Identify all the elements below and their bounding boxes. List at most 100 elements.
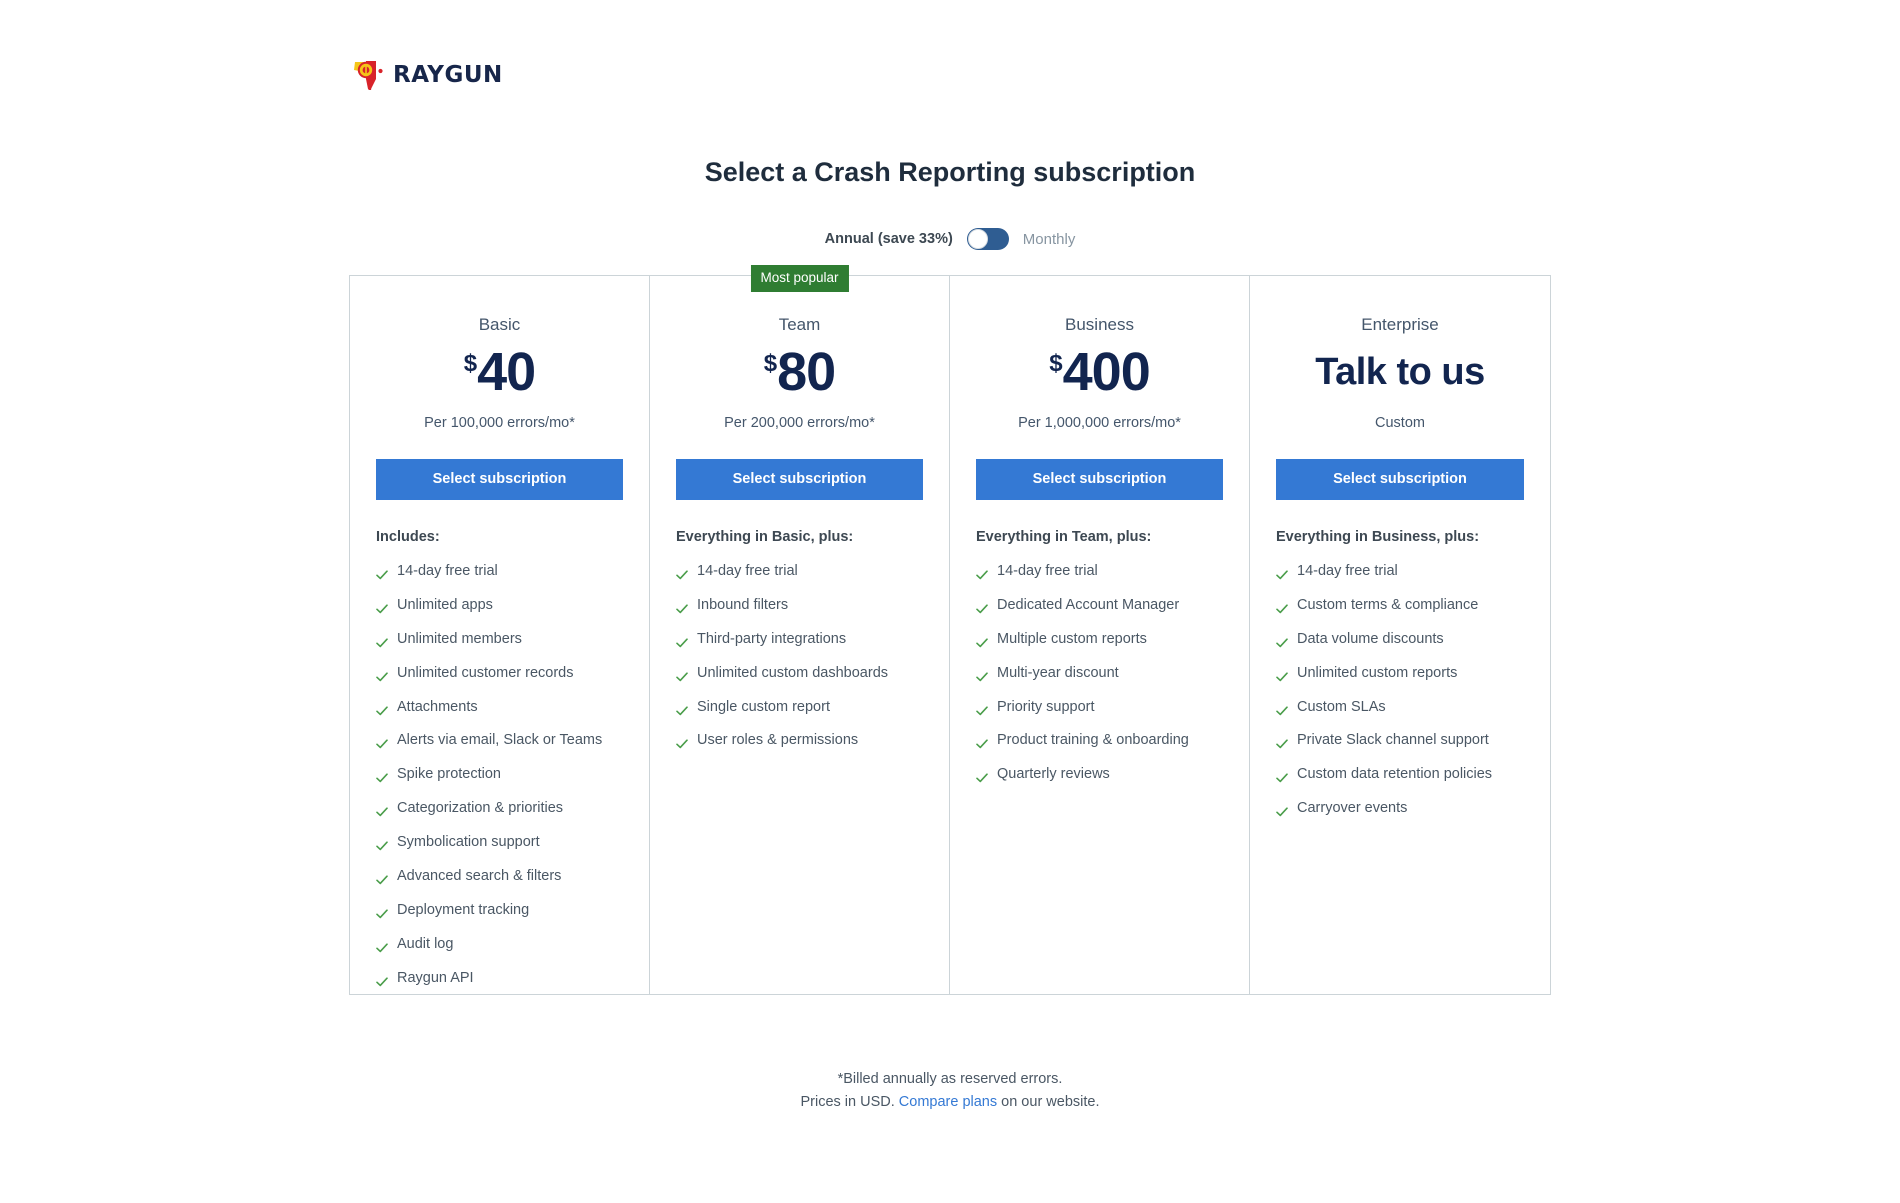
- currency-symbol: $: [763, 350, 778, 377]
- check-icon: [376, 735, 388, 749]
- compare-plans-link[interactable]: Compare plans: [899, 1094, 997, 1110]
- check-icon: [976, 735, 988, 749]
- toggle-label-monthly[interactable]: Monthly: [1023, 231, 1076, 248]
- list-item: Quarterly reviews: [976, 766, 1223, 783]
- list-item: Carryover events: [1276, 800, 1524, 817]
- select-subscription-button[interactable]: Select subscription: [376, 459, 623, 500]
- list-item: Data volume discounts: [1276, 631, 1524, 648]
- check-icon: [376, 803, 388, 817]
- check-icon: [376, 566, 388, 580]
- list-item: Product training & onboarding: [976, 732, 1223, 749]
- check-icon: [376, 634, 388, 647]
- list-item: 14-day free trial: [676, 563, 923, 580]
- feature-label: 14-day free trial: [997, 563, 1098, 579]
- check-icon: [376, 702, 388, 715]
- feature-label: Deployment tracking: [397, 901, 530, 918]
- list-item: Multiple custom reports: [976, 631, 1223, 648]
- check-icon: [376, 600, 388, 614]
- feature-label: 14-day free trial: [697, 563, 798, 579]
- feature-label: Data volume discounts: [1297, 630, 1444, 647]
- list-item: User roles & permissions: [676, 732, 923, 749]
- plan-includes-title: Everything in Team, plus:: [976, 529, 1152, 545]
- feature-label: Alerts via email, Slack or Teams: [397, 732, 603, 749]
- list-item: Unlimited customer records: [376, 665, 623, 682]
- feature-label: Spike protection: [397, 766, 501, 783]
- list-item: Multi-year discount: [976, 665, 1223, 682]
- plan-price: $ 40: [376, 343, 623, 401]
- list-item: Custom data retention policies: [1276, 766, 1524, 783]
- list-item: Raygun API: [376, 970, 623, 987]
- plan-card-team: Most popular Team $ 80 Per 200,000 error…: [650, 265, 950, 994]
- switch-knob: [967, 229, 988, 249]
- feature-label: Unlimited customer records: [397, 664, 574, 681]
- brand-logo[interactable]: RAYGUN: [352, 58, 503, 92]
- list-item: Deployment tracking: [376, 902, 623, 919]
- check-icon: [376, 871, 388, 885]
- billing-period-toggle[interactable]: Annual (save 33%) Monthly: [0, 228, 1900, 250]
- feature-label: Dedicated Account Manager: [997, 596, 1180, 613]
- feature-label: Custom data retention policies: [1297, 766, 1493, 783]
- plan-card-basic: Basic $ 40 Per 100,000 errors/mo* Select…: [350, 276, 650, 994]
- plan-price: $ 400: [976, 343, 1223, 401]
- feature-label: Multiple custom reports: [997, 630, 1147, 647]
- plan-card-business: Business $ 400 Per 1,000,000 errors/mo* …: [950, 276, 1250, 994]
- check-icon: [376, 837, 388, 851]
- feature-label: Carryover events: [1297, 800, 1408, 817]
- list-item: Custom terms & compliance: [1276, 597, 1524, 614]
- toggle-label-annual[interactable]: Annual (save 33%): [825, 231, 953, 247]
- list-item: Inbound filters: [676, 597, 923, 614]
- list-item: Attachments: [376, 699, 623, 716]
- check-icon: [1276, 769, 1288, 783]
- billing-switch[interactable]: [966, 228, 1009, 250]
- check-icon: [376, 973, 388, 986]
- plan-includes-title: Everything in Basic, plus:: [676, 529, 854, 545]
- list-item: Unlimited custom reports: [1276, 665, 1524, 682]
- check-icon: [1276, 735, 1288, 749]
- list-item: Third-party integrations: [676, 631, 923, 648]
- select-subscription-button[interactable]: Select subscription: [676, 459, 923, 500]
- feature-label: Single custom report: [697, 698, 830, 715]
- check-icon: [676, 600, 688, 614]
- list-item: Dedicated Account Manager: [976, 597, 1223, 614]
- feature-label: Product training & onboarding: [997, 732, 1189, 749]
- check-icon: [1276, 600, 1288, 614]
- feature-label: Unlimited members: [397, 630, 522, 647]
- feature-label: Attachments: [397, 698, 478, 715]
- plan-card-enterprise: Enterprise Talk to us Custom Select subs…: [1250, 276, 1550, 994]
- check-icon: [976, 702, 988, 715]
- feature-label: Unlimited apps: [397, 596, 493, 613]
- plan-price-subtext: Per 100,000 errors/mo*: [424, 415, 575, 431]
- list-item: Custom SLAs: [1276, 699, 1524, 716]
- plan-price-subtext: Per 1,000,000 errors/mo*: [1018, 415, 1181, 431]
- select-subscription-button[interactable]: Select subscription: [1276, 459, 1524, 500]
- feature-label: Inbound filters: [697, 596, 789, 613]
- check-icon: [376, 939, 388, 952]
- footer-line-billed: *Billed annually as reserved errors.: [837, 1071, 1063, 1087]
- plan-list: Basic $ 40 Per 100,000 errors/mo* Select…: [349, 265, 1551, 995]
- plan-name: Business: [1065, 315, 1134, 334]
- check-icon: [676, 634, 688, 647]
- plan-feature-list: 14-day free trial Inbound filters Third-…: [676, 563, 923, 750]
- check-icon: [676, 702, 688, 715]
- plan-feature-list: 14-day free trial Dedicated Account Mana…: [976, 563, 1223, 784]
- check-icon: [976, 634, 988, 647]
- feature-label: Unlimited custom dashboards: [697, 664, 889, 681]
- check-icon: [976, 668, 988, 681]
- feature-label: 14-day free trial: [1297, 563, 1398, 579]
- list-item: 14-day free trial: [1276, 563, 1524, 580]
- feature-label: 14-day free trial: [397, 563, 498, 579]
- plan-feature-list: 14-day free trial Custom terms & complia…: [1276, 563, 1524, 818]
- list-item: 14-day free trial: [376, 563, 623, 580]
- currency-symbol: $: [1049, 350, 1063, 377]
- feature-label: Custom SLAs: [1297, 698, 1386, 715]
- select-subscription-button[interactable]: Select subscription: [976, 459, 1223, 500]
- list-item: Audit log: [376, 936, 623, 953]
- raygun-logo-icon: [352, 58, 386, 92]
- feature-label: Unlimited custom reports: [1297, 664, 1458, 681]
- feature-label: Advanced search & filters: [397, 868, 562, 885]
- page-title: Select a Crash Reporting subscription: [704, 157, 1196, 187]
- list-item: Unlimited apps: [376, 597, 623, 614]
- list-item: Advanced search & filters: [376, 868, 623, 885]
- check-icon: [976, 600, 988, 614]
- check-icon: [1276, 668, 1288, 681]
